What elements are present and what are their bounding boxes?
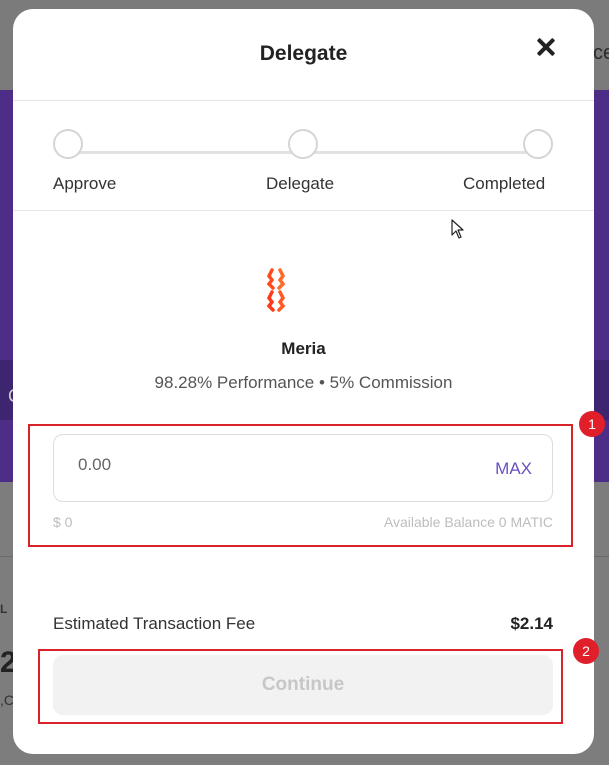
background-fragment: L — [0, 602, 8, 616]
modal-title: Delegate — [259, 42, 348, 65]
annotation-badge-1: 1 — [579, 411, 605, 437]
modal-header: Delegate — [13, 9, 594, 101]
annotation-box-2 — [38, 649, 563, 724]
step-approve-label: Approve — [53, 174, 117, 193]
step-approve-indicator — [53, 129, 83, 159]
step-completed-label: Completed — [463, 174, 546, 193]
fee-label: Estimated Transaction Fee — [53, 614, 256, 633]
validator-name: Meria — [281, 339, 326, 358]
validator-logo-icon — [266, 268, 286, 312]
fee-value: $2.14 — [510, 614, 553, 633]
close-icon[interactable] — [536, 37, 556, 57]
annotation-box-1 — [28, 424, 573, 547]
step-delegate-indicator — [288, 129, 318, 159]
validator-stats: 98.28% Performance • 5% Commission — [154, 373, 453, 392]
annotation-badge-2: 2 — [573, 638, 599, 664]
background-fragment: ce — [593, 42, 609, 64]
mouse-cursor-icon — [451, 219, 464, 239]
step-delegate-label: Delegate — [266, 174, 335, 193]
step-completed-indicator — [523, 129, 553, 159]
background-fragment: ,C — [0, 692, 14, 708]
